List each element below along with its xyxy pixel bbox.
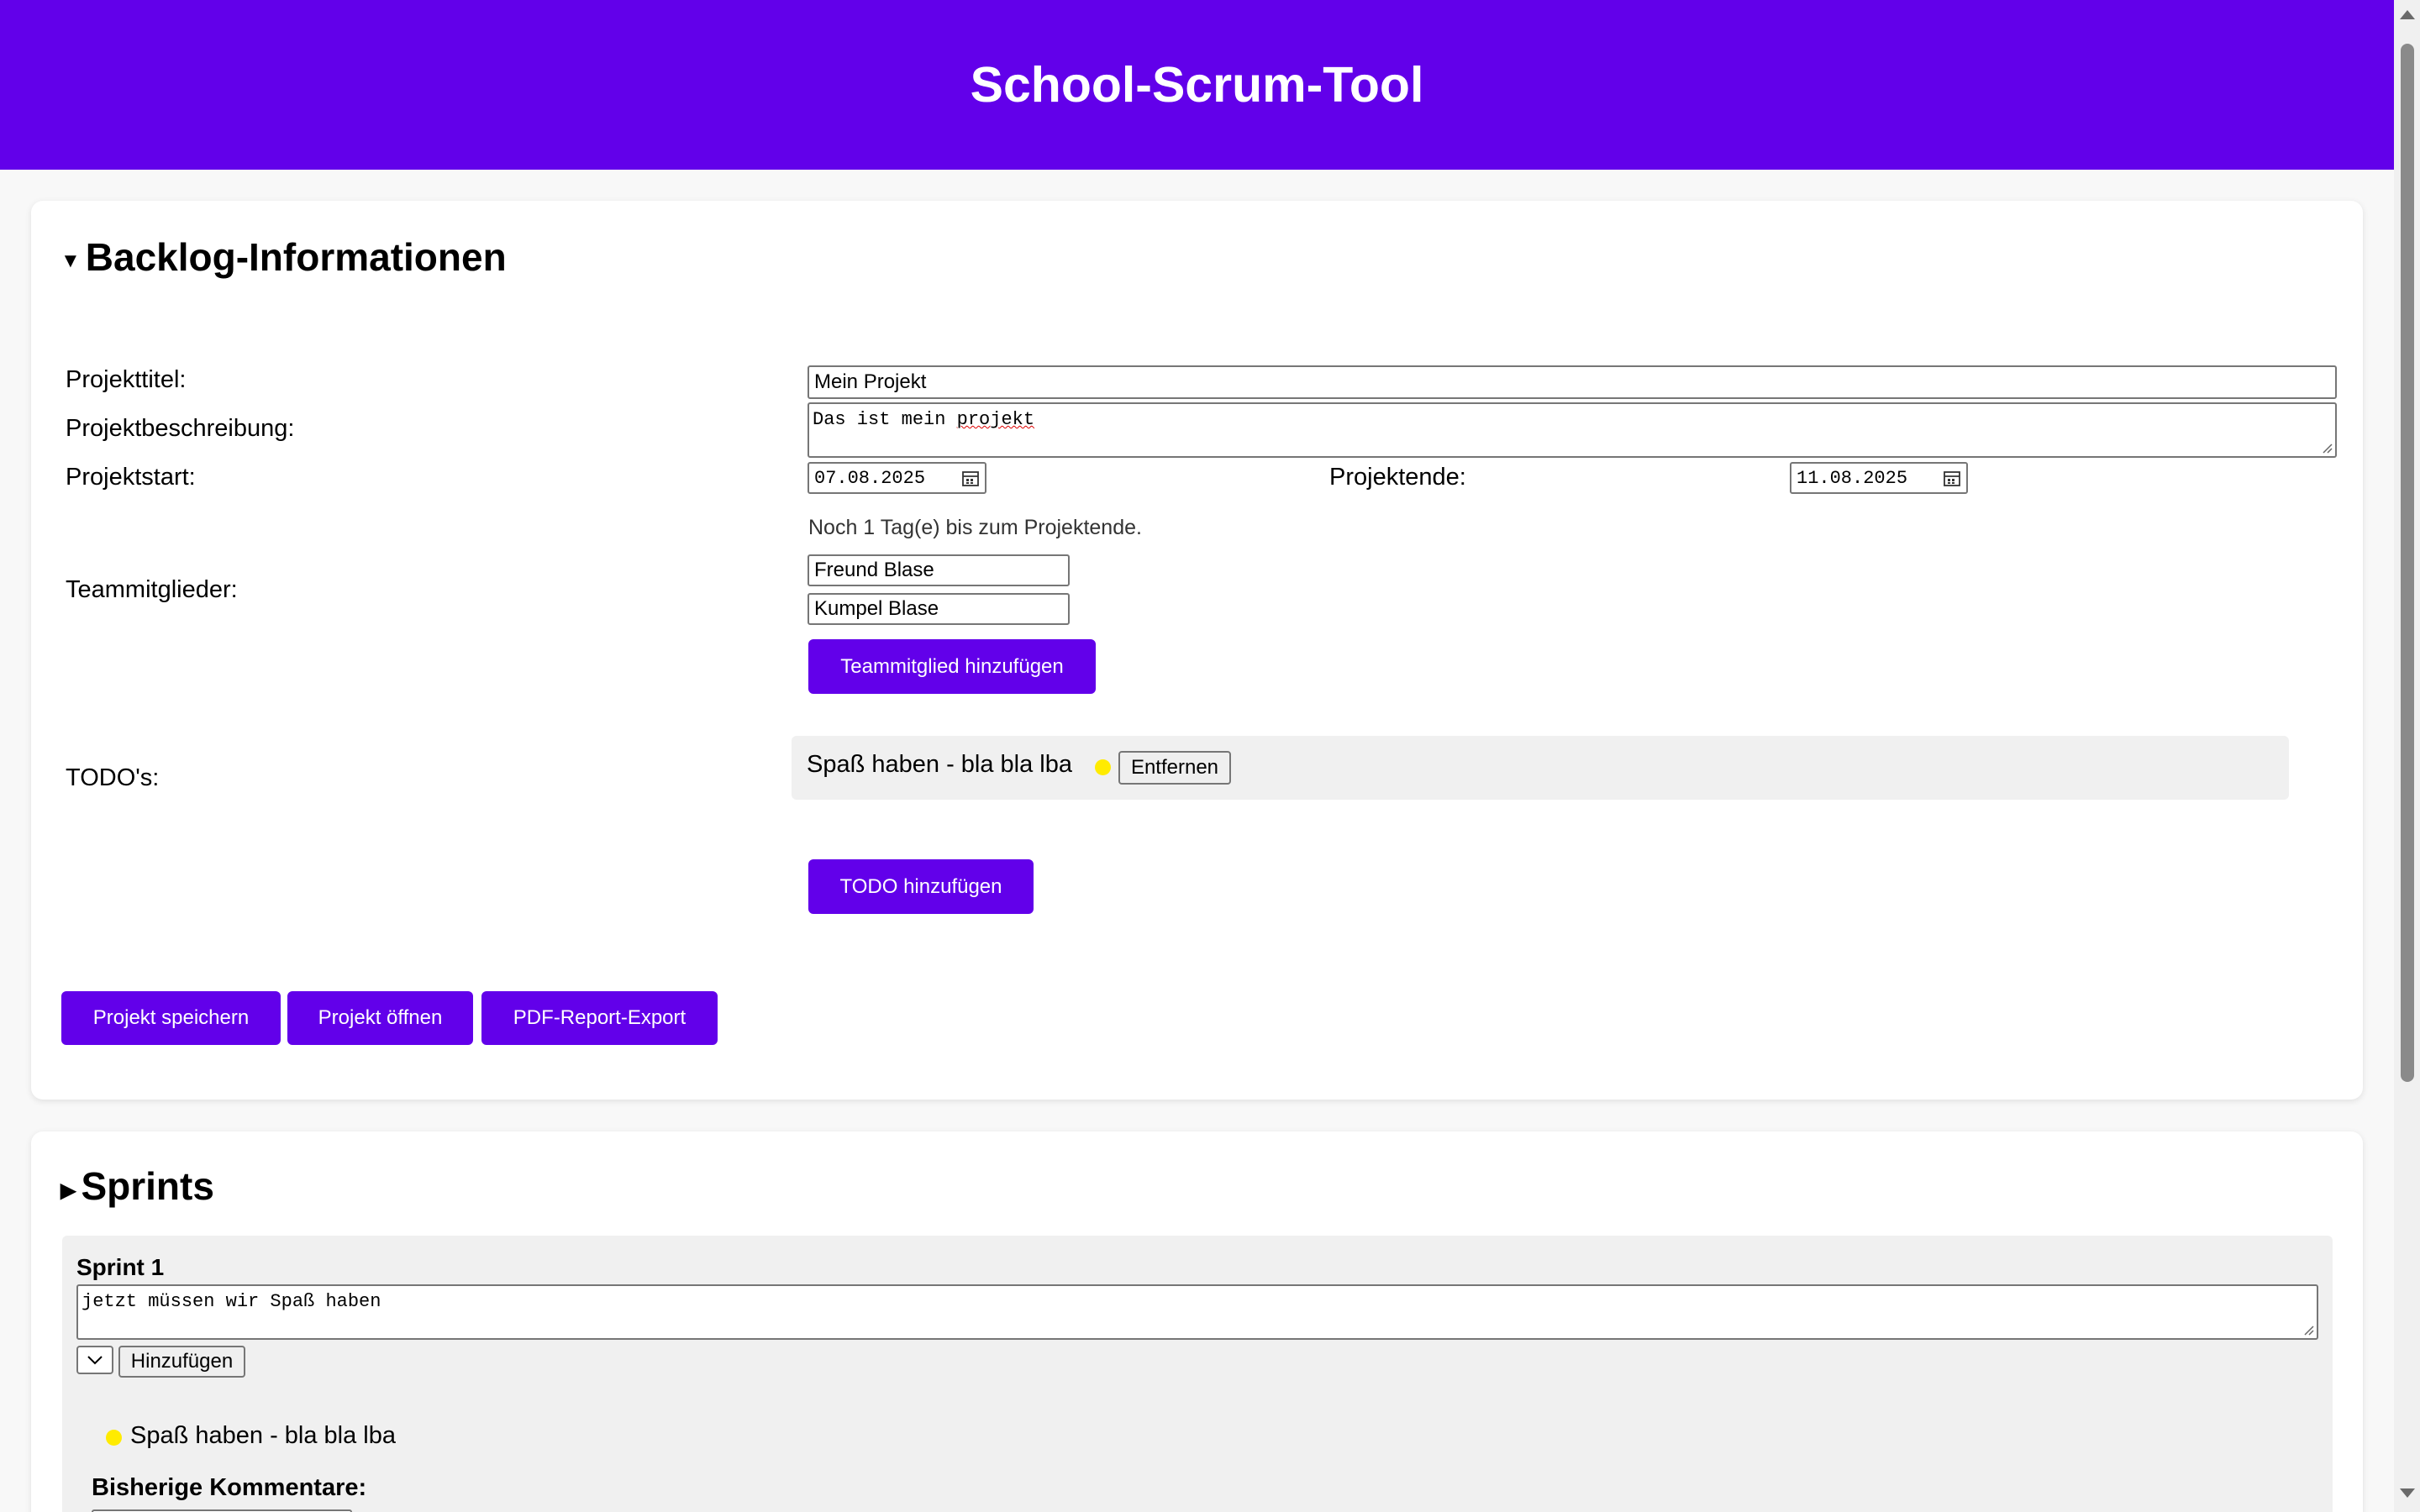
triangle-right-icon: ▶ — [60, 1179, 76, 1202]
scroll-up-icon[interactable] — [2400, 10, 2415, 19]
pdf-export-button[interactable]: PDF-Report-Export — [481, 991, 718, 1045]
resize-grip-icon[interactable] — [2321, 442, 2333, 454]
todo-select-dropdown[interactable] — [76, 1346, 113, 1374]
add-todo-button[interactable]: TODO hinzufügen — [808, 859, 1034, 914]
remove-todo-button[interactable]: Entfernen — [1118, 751, 1231, 785]
sprints-section-title: Sprints — [81, 1164, 214, 1208]
description-text: Das ist mein — [813, 409, 957, 430]
app-header: School-Scrum-Tool — [0, 0, 2394, 170]
sprint-todo-item: Spaß haben - bla bla lba — [130, 1422, 396, 1449]
team-members-label: Teammitglieder: — [66, 576, 238, 603]
project-description-textarea[interactable]: Das ist mein projekt — [808, 402, 2337, 458]
add-team-member-button[interactable]: Teammitglied hinzufügen — [808, 639, 1096, 694]
page-scrollbar[interactable] — [2394, 0, 2420, 1512]
project-title-label: Projekttitel: — [66, 366, 187, 393]
project-end-date-input[interactable]: 11.08.2025 — [1790, 462, 1968, 494]
sprint-add-button[interactable]: Hinzufügen — [118, 1346, 245, 1378]
sprint-description-textarea[interactable]: jetzt müssen wir Spaß haben — [76, 1284, 2318, 1340]
project-title-input[interactable]: Mein Projekt — [808, 365, 2337, 399]
project-start-date-value: 07.08.2025 — [814, 467, 926, 489]
project-end-label: Projektende: — [1329, 464, 1466, 491]
description-misspelled-word: projekt — [956, 409, 1035, 430]
scrollbar-thumb[interactable] — [2401, 44, 2414, 1082]
project-end-date-value: 11.08.2025 — [1797, 467, 1908, 489]
team-member-input[interactable]: Kumpel Blase — [808, 593, 1070, 625]
sprint-panel: Sprint 1 jetzt müssen wir Spaß haben Hin… — [62, 1236, 2333, 1512]
triangle-down-icon: ▼ — [60, 249, 81, 272]
team-member-input[interactable]: Freund Blase — [808, 554, 1070, 586]
app-title: School-Scrum-Tool — [970, 57, 1424, 113]
days-remaining-text: Noch 1 Tag(e) bis zum Projektende. — [808, 516, 1142, 539]
chevron-down-icon — [87, 1356, 103, 1365]
sprint-todo-status-dot — [106, 1430, 122, 1446]
sprint-name[interactable]: Sprint 1 — [76, 1254, 164, 1281]
backlog-section-title: Backlog-Informationen — [85, 235, 507, 279]
calendar-icon[interactable] — [1943, 469, 1961, 487]
project-start-date-input[interactable]: 07.08.2025 — [808, 462, 986, 494]
page-viewport: School-Scrum-Tool ▼ Backlog-Informatione… — [0, 0, 2394, 1512]
todo-item-text: Spaß haben - bla bla lba — [807, 751, 1072, 778]
save-project-button[interactable]: Projekt speichern — [61, 991, 281, 1045]
todos-label: TODO's: — [66, 764, 160, 791]
sprints-section-toggle[interactable]: ▶ Sprints — [60, 1163, 214, 1209]
todo-list: Spaß haben - bla bla lba Entfernen — [792, 736, 2289, 800]
scroll-down-icon[interactable] — [2400, 1488, 2415, 1498]
resize-grip-icon[interactable] — [2302, 1324, 2314, 1336]
sprints-card: ▶ Sprints Sprint 1 jetzt müssen wir Spaß… — [31, 1131, 2363, 1512]
sprint-description-text: jetzt müssen wir Spaß haben — [82, 1291, 381, 1312]
project-description-label: Projektbeschreibung: — [66, 415, 295, 442]
project-start-label: Projektstart: — [66, 464, 196, 491]
todo-status-dot — [1095, 759, 1111, 775]
backlog-card: ▼ Backlog-Informationen Projekttitel: Me… — [31, 201, 2363, 1100]
backlog-section-toggle[interactable]: ▼ Backlog-Informationen — [60, 234, 507, 280]
open-project-button[interactable]: Projekt öffnen — [287, 991, 473, 1045]
comments-heading: Bisherige Kommentare: — [92, 1474, 367, 1501]
calendar-icon[interactable] — [961, 469, 980, 487]
